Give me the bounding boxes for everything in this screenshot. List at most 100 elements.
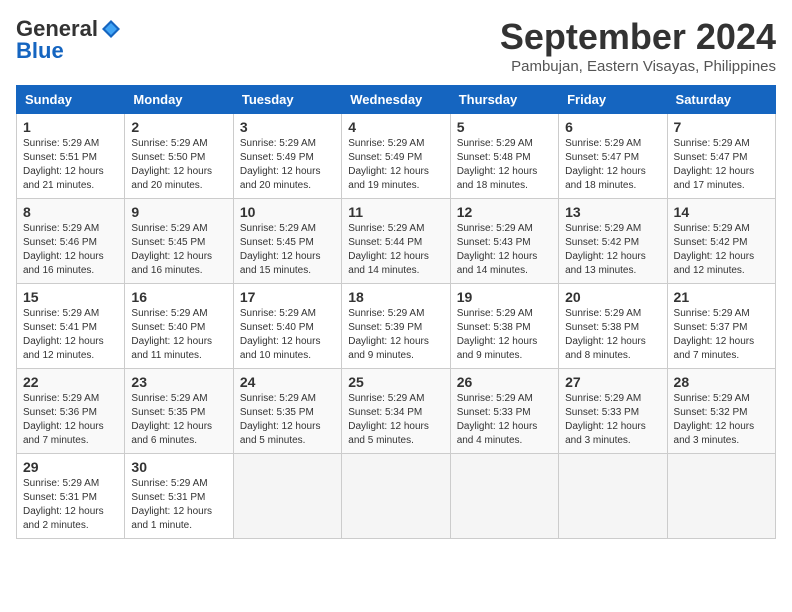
col-header-wednesday: Wednesday [342, 86, 450, 114]
day-number: 1 [23, 119, 118, 135]
calendar-header-row: SundayMondayTuesdayWednesdayThursdayFrid… [17, 86, 776, 114]
cell-details: Sunrise: 5:29 AMSunset: 5:41 PMDaylight:… [23, 307, 118, 363]
calendar-cell: 20 Sunrise: 5:29 AMSunset: 5:38 PMDayligh… [559, 284, 667, 369]
cell-details: Sunrise: 5:29 AMSunset: 5:36 PMDaylight:… [23, 392, 118, 448]
calendar-cell [667, 454, 775, 539]
day-number: 2 [131, 119, 226, 135]
calendar-cell: 12Sunrise: 5:29 AMSunset: 5:43 PMDayligh… [450, 199, 558, 284]
day-number: 11 [348, 204, 443, 220]
day-number: 17 [240, 289, 335, 305]
cell-details: Sunrise: 5:29 AMSunset: 5:50 PMDaylight:… [131, 137, 226, 193]
day-number: 28 [674, 374, 769, 390]
calendar-cell: 10 Sunrise: 5:29 AMSunset: 5:45 PMDayligh… [233, 199, 341, 284]
day-number: 18 [348, 289, 443, 305]
day-number: 14 [674, 204, 769, 220]
calendar-cell: 4 Sunrise: 5:29 AMSunset: 5:49 PMDaylight… [342, 114, 450, 199]
calendar-cell: 9 Sunrise: 5:29 AMSunset: 5:45 PMDaylight… [125, 199, 233, 284]
day-number: 30 [131, 459, 226, 475]
calendar-cell: 22 Sunrise: 5:29 AMSunset: 5:36 PMDayligh… [17, 369, 125, 454]
cell-details: Sunrise: 5:29 AMSunset: 5:44 PMDaylight:… [348, 222, 443, 278]
day-number: 10 [240, 204, 335, 220]
day-number: 13 [565, 204, 660, 220]
day-number: 22 [23, 374, 118, 390]
cell-details: Sunrise: 5:29 AMSunset: 5:45 PMDaylight:… [131, 222, 226, 278]
calendar-cell: 19 Sunrise: 5:29 AMSunset: 5:38 PMDayligh… [450, 284, 558, 369]
cell-details: Sunrise: 5:29 AMSunset: 5:42 PMDaylight:… [565, 222, 660, 278]
col-header-saturday: Saturday [667, 86, 775, 114]
day-number: 19 [457, 289, 552, 305]
cell-details: Sunrise: 5:29 AMSunset: 5:31 PMDaylight:… [131, 477, 226, 533]
day-number: 5 [457, 119, 552, 135]
day-number: 3 [240, 119, 335, 135]
calendar-cell: 3Sunrise: 5:29 AMSunset: 5:49 PMDaylight… [233, 114, 341, 199]
cell-details: Sunrise: 5:29 AMSunset: 5:49 PMDaylight:… [348, 137, 443, 193]
calendar-cell [559, 454, 667, 539]
cell-details: Sunrise: 5:29 AMSunset: 5:33 PMDaylight:… [565, 392, 660, 448]
calendar-week-row: 29 Sunrise: 5:29 AMSunset: 5:31 PMDayligh… [17, 454, 776, 539]
cell-details: Sunrise: 5:29 AMSunset: 5:51 PMDaylight:… [23, 137, 118, 193]
logo: General Blue [16, 16, 122, 64]
calendar-cell: 30 Sunrise: 5:29 AMSunset: 5:31 PMDayligh… [125, 454, 233, 539]
cell-details: Sunrise: 5:29 AMSunset: 5:35 PMDaylight:… [240, 392, 335, 448]
month-title: September 2024 [500, 16, 776, 58]
day-number: 24 [240, 374, 335, 390]
calendar-cell [233, 454, 341, 539]
cell-details: Sunrise: 5:29 AMSunset: 5:46 PMDaylight:… [23, 222, 118, 278]
cell-details: Sunrise: 5:29 AMSunset: 5:35 PMDaylight:… [131, 392, 226, 448]
calendar-table: SundayMondayTuesdayWednesdayThursdayFrid… [16, 85, 776, 539]
calendar-cell [342, 454, 450, 539]
cell-details: Sunrise: 5:29 AMSunset: 5:39 PMDaylight:… [348, 307, 443, 363]
col-header-friday: Friday [559, 86, 667, 114]
cell-details: Sunrise: 5:29 AMSunset: 5:38 PMDaylight:… [457, 307, 552, 363]
col-header-thursday: Thursday [450, 86, 558, 114]
day-number: 29 [23, 459, 118, 475]
day-number: 26 [457, 374, 552, 390]
page-header: General Blue September 2024 Pambujan, Ea… [16, 16, 776, 75]
calendar-cell: 14 Sunrise: 5:29 AMSunset: 5:42 PMDayligh… [667, 199, 775, 284]
logo-text-blue: Blue [16, 38, 64, 64]
cell-details: Sunrise: 5:29 AMSunset: 5:45 PMDaylight:… [240, 222, 335, 278]
cell-details: Sunrise: 5:29 AMSunset: 5:42 PMDaylight:… [674, 222, 769, 278]
calendar-cell: 29Sunrise: 5:29 AMSunset: 5:31 PMDayligh… [17, 454, 125, 539]
calendar-cell: 2 Sunrise: 5:29 AMSunset: 5:50 PMDaylight… [125, 114, 233, 199]
day-number: 23 [131, 374, 226, 390]
col-header-tuesday: Tuesday [233, 86, 341, 114]
day-number: 8 [23, 204, 118, 220]
calendar-week-row: 15 Sunrise: 5:29 AMSunset: 5:41 PMDayligh… [17, 284, 776, 369]
calendar-cell: 11 Sunrise: 5:29 AMSunset: 5:44 PMDayligh… [342, 199, 450, 284]
calendar-cell: 21Sunrise: 5:29 AMSunset: 5:37 PMDayligh… [667, 284, 775, 369]
calendar-week-row: 22 Sunrise: 5:29 AMSunset: 5:36 PMDayligh… [17, 369, 776, 454]
calendar-cell: 15 Sunrise: 5:29 AMSunset: 5:41 PMDayligh… [17, 284, 125, 369]
cell-details: Sunrise: 5:29 AMSunset: 5:48 PMDaylight:… [457, 137, 552, 193]
title-area: September 2024 Pambujan, Eastern Visayas… [500, 16, 776, 75]
calendar-cell: 18 Sunrise: 5:29 AMSunset: 5:39 PMDayligh… [342, 284, 450, 369]
calendar-cell: 13 Sunrise: 5:29 AMSunset: 5:42 PMDayligh… [559, 199, 667, 284]
col-header-sunday: Sunday [17, 86, 125, 114]
calendar-cell: 6 Sunrise: 5:29 AMSunset: 5:47 PMDaylight… [559, 114, 667, 199]
day-number: 4 [348, 119, 443, 135]
calendar-cell: 16 Sunrise: 5:29 AMSunset: 5:40 PMDayligh… [125, 284, 233, 369]
cell-details: Sunrise: 5:29 AMSunset: 5:40 PMDaylight:… [240, 307, 335, 363]
calendar-cell: 17 Sunrise: 5:29 AMSunset: 5:40 PMDayligh… [233, 284, 341, 369]
cell-details: Sunrise: 5:29 AMSunset: 5:34 PMDaylight:… [348, 392, 443, 448]
calendar-cell: 25 Sunrise: 5:29 AMSunset: 5:34 PMDayligh… [342, 369, 450, 454]
logo-icon [100, 18, 122, 40]
location-subtitle: Pambujan, Eastern Visayas, Philippines [500, 58, 776, 75]
day-number: 7 [674, 119, 769, 135]
day-number: 12 [457, 204, 552, 220]
calendar-cell: 26 Sunrise: 5:29 AMSunset: 5:33 PMDayligh… [450, 369, 558, 454]
day-number: 6 [565, 119, 660, 135]
day-number: 9 [131, 204, 226, 220]
day-number: 15 [23, 289, 118, 305]
cell-details: Sunrise: 5:29 AMSunset: 5:33 PMDaylight:… [457, 392, 552, 448]
day-number: 16 [131, 289, 226, 305]
day-number: 20 [565, 289, 660, 305]
cell-details: Sunrise: 5:29 AMSunset: 5:47 PMDaylight:… [565, 137, 660, 193]
cell-details: Sunrise: 5:29 AMSunset: 5:47 PMDaylight:… [674, 137, 769, 193]
calendar-week-row: 1 Sunrise: 5:29 AMSunset: 5:51 PMDaylight… [17, 114, 776, 199]
cell-details: Sunrise: 5:29 AMSunset: 5:40 PMDaylight:… [131, 307, 226, 363]
cell-details: Sunrise: 5:29 AMSunset: 5:38 PMDaylight:… [565, 307, 660, 363]
calendar-cell: 1 Sunrise: 5:29 AMSunset: 5:51 PMDaylight… [17, 114, 125, 199]
day-number: 21 [674, 289, 769, 305]
day-number: 25 [348, 374, 443, 390]
